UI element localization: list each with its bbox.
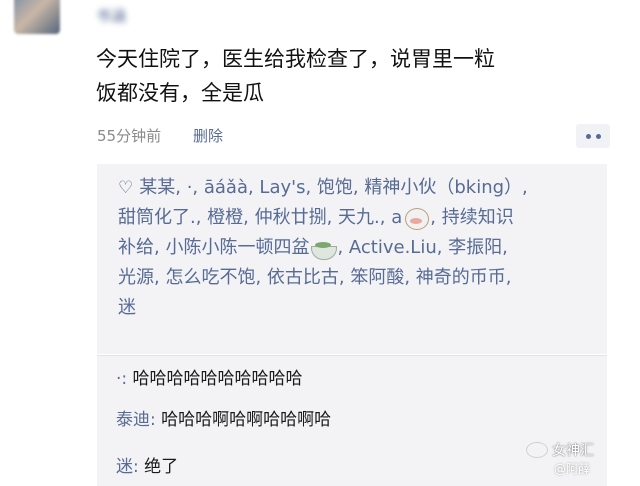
likes-names[interactable]: , 持续知识	[430, 207, 513, 228]
likes-names[interactable]: 补给, 小陈小陈一顿四盆	[118, 237, 309, 258]
cow-face-icon	[402, 206, 430, 230]
comment-author[interactable]: ·:	[116, 369, 127, 389]
comment-author[interactable]: 泰迪:	[116, 410, 156, 430]
post-text-line-1: 今天住院了，医生给我检查了，说胃里一粒	[96, 47, 495, 71]
comment-item[interactable]: 迷: 绝了	[116, 452, 178, 477]
comment-text: 绝了	[138, 457, 179, 477]
likes-names[interactable]: 甜筒化了., 橙橙, 仲秋廿捌, 天九., a	[118, 207, 402, 228]
heart-icon: ♡	[118, 178, 134, 198]
likes-line-5[interactable]: 迷	[118, 293, 598, 323]
comment-item[interactable]: ·: 哈哈哈哈哈哈哈哈哈哈	[116, 364, 303, 389]
more-options-button[interactable]	[576, 124, 610, 148]
likes-list: ♡ 某某, ·, āáǎà, Lay's, 饱饱, 精神小伙（bking）, 甜筒…	[118, 173, 598, 323]
watermark: 女神汇 @阿薛	[526, 440, 626, 480]
watermark-title: 女神汇	[552, 443, 594, 459]
weibo-logo-icon	[526, 442, 548, 458]
comment-author[interactable]: 迷:	[116, 457, 139, 477]
post-username[interactable]: 书涵	[96, 6, 126, 26]
likes-line-2: 甜筒化了., 橙橙, 仲秋廿捌, 天九., a , 持续知识	[118, 203, 598, 233]
likes-names[interactable]: , Active.Liu, 李振阳,	[337, 237, 507, 258]
likes-line-1: ♡ 某某, ·, āáǎà, Lay's, 饱饱, 精神小伙（bking）,	[118, 173, 598, 203]
likes-line-4[interactable]: 光源, 怎么吃不饱, 依古比古, 笨阿酸, 神奇的币币,	[118, 263, 598, 293]
comment-text: 哈哈哈啊哈啊哈哈啊哈	[155, 410, 332, 430]
post-timestamp: 55分钟前	[97, 127, 162, 145]
likes-names[interactable]: 某某, ·, āáǎà, Lay's, 饱饱, 精神小伙（bking）,	[139, 177, 528, 198]
watermark-handle: @阿薛	[554, 462, 591, 476]
post-text: 今天住院了，医生给我检查了，说胃里一粒 饭都没有，全是瓜	[96, 42, 616, 110]
comment-text: 哈哈哈哈哈哈哈哈哈哈	[127, 369, 303, 389]
delete-button[interactable]: 删除	[193, 125, 223, 146]
more-dot-icon	[595, 133, 601, 139]
post-text-line-2: 饭都没有，全是瓜	[96, 81, 264, 105]
avatar[interactable]	[14, 0, 60, 34]
more-dot-icon	[585, 133, 591, 139]
comment-item[interactable]: 泰迪: 哈哈哈啊哈啊哈哈啊哈	[116, 405, 331, 430]
bowl-icon	[309, 236, 338, 260]
likes-line-3: 补给, 小陈小陈一顿四盆 , Active.Liu, 李振阳,	[118, 233, 598, 263]
